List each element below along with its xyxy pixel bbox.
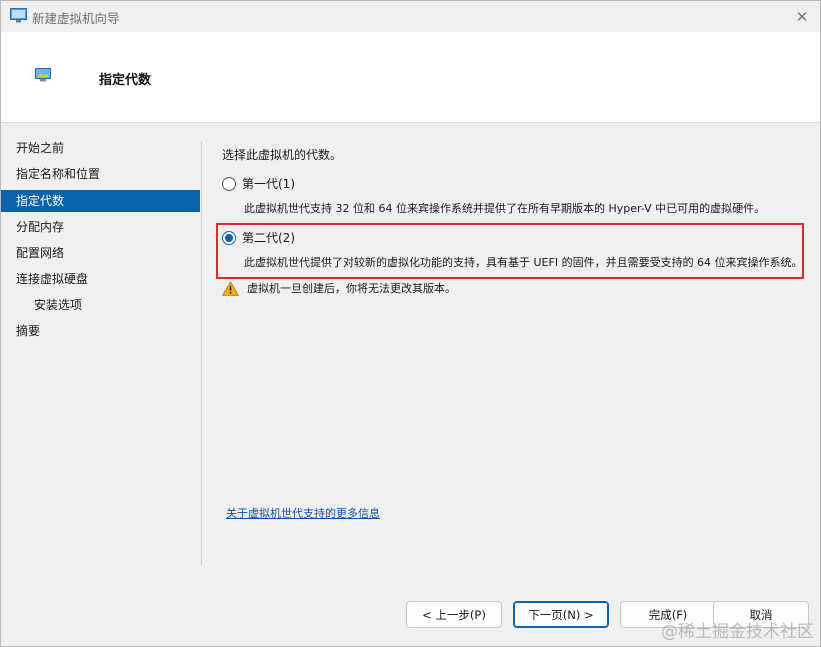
nav-item-generation[interactable]: 指定代数 [1,190,200,212]
window-title: 新建虚拟机向导 [32,11,120,26]
nav-item-summary[interactable]: 摘要 [1,320,200,342]
radio-checked-icon[interactable] [222,230,236,245]
more-info-link[interactable]: 关于虚拟机世代支持的更多信息 [226,505,380,521]
nav-item-name-location[interactable]: 指定名称和位置 [1,163,200,185]
generation-1-radio[interactable]: 第一代(1) [222,175,295,192]
generation-2-radio[interactable]: 第二代(2) [222,229,295,246]
generation-2-label: 第二代(2) [242,231,295,245]
warning-text: 虚拟机一旦创建后，你将无法更改其版本。 [247,282,456,295]
monitor-icon [35,68,51,82]
previous-button[interactable]: < 上一步(P) [406,601,502,628]
selection-highlight [216,223,804,279]
nav-item-before-you-begin[interactable]: 开始之前 [1,137,200,159]
generation-prompt: 选择此虚拟机的代数。 [222,148,343,162]
generation-2-description: 此虚拟机世代提供了对较新的虚拟化功能的支持，具有基于 UEFI 的固件，并且需要… [244,256,803,269]
generation-1-label: 第一代(1) [242,177,295,191]
nav-item-memory[interactable]: 分配内存 [1,216,200,238]
page-title: 指定代数 [99,73,152,88]
wizard-steps-sidebar: 开始之前 指定名称和位置 指定代数 分配内存 配置网络 连接虚拟硬盘 安装选项 … [1,124,201,565]
next-button[interactable]: 下一页(N) > [513,601,609,628]
close-button[interactable]: ✕ [784,1,820,32]
title-bar: 新建虚拟机向导 ✕ [1,1,820,32]
main-content: 选择此虚拟机的代数。 第一代(1) 此虚拟机世代支持 32 位和 64 位来宾操… [202,124,820,565]
page-header: 指定代数 [1,32,820,123]
wizard-window: 新建虚拟机向导 ✕ 指定代数 开始之前 指定名称和位置 指定代数 分配内存 配置… [0,0,821,647]
nav-item-network[interactable]: 配置网络 [1,242,200,264]
monitor-icon [10,8,27,23]
radio-unchecked-icon[interactable] [222,176,236,191]
nav-item-virtual-disk[interactable]: 连接虚拟硬盘 [1,268,200,290]
nav-item-install-options[interactable]: 安装选项 [1,294,200,316]
warning-message: 虚拟机一旦创建后，你将无法更改其版本。 [222,280,456,296]
watermark: @稀土掘金技术社区 [661,622,814,642]
generation-1-description: 此虚拟机世代支持 32 位和 64 位来宾操作系统并提供了在所有早期版本的 Hy… [244,202,766,215]
warning-icon [222,280,239,296]
